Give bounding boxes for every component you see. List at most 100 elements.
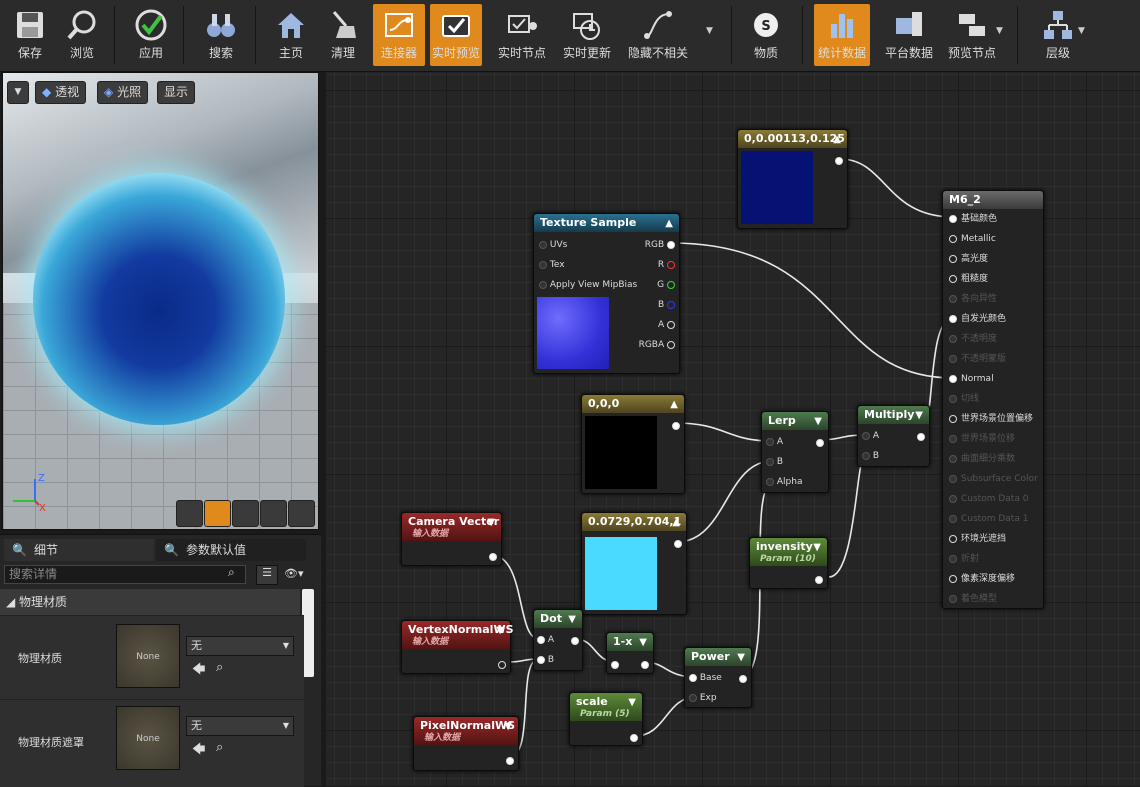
collapse-icon[interactable]: ▼	[496, 622, 504, 640]
power-node[interactable]: Power ▼ Base Exp	[684, 647, 752, 708]
result-input-pin[interactable]: 着色模型	[949, 593, 997, 605]
input-pin[interactable]	[611, 658, 619, 671]
material-mask-combo[interactable]: 无 ▼	[186, 716, 294, 736]
input-pin-alpha[interactable]: Alpha	[766, 476, 802, 488]
result-input-pin[interactable]: 曲面细分乘数	[949, 453, 1015, 465]
input-pin-a[interactable]: A	[766, 436, 783, 448]
live-nodes-button[interactable]: 实时节点	[496, 4, 548, 66]
collapse-icon[interactable]: ▼	[568, 611, 576, 629]
output-pin[interactable]	[674, 537, 682, 550]
dot-node[interactable]: Dot ▼ A B	[533, 609, 583, 671]
constant3-node-top[interactable]: 0,0.00113,0.125 ▲	[737, 129, 848, 229]
cube-preview-button[interactable]	[260, 500, 287, 527]
input-pin-b[interactable]: B	[862, 450, 879, 462]
one-minus-node[interactable]: 1-x ▼	[606, 632, 654, 674]
sphere-preview-button[interactable]	[204, 500, 231, 527]
platform-stats-button[interactable]: 平台数据	[881, 4, 937, 66]
collapse-icon[interactable]: ▼	[639, 634, 647, 652]
custom-mesh-preview-button[interactable]	[288, 500, 315, 527]
search-asset-icon[interactable]: ⌕	[216, 740, 223, 755]
result-input-pin[interactable]: Custom Data 1	[949, 513, 1028, 525]
output-pin[interactable]	[641, 658, 649, 671]
browse-button[interactable]: 浏览	[56, 4, 108, 66]
show-button[interactable]: 显示	[157, 81, 196, 104]
home-button[interactable]: 主页	[265, 4, 317, 66]
result-input-pin[interactable]: 自发光颜色	[949, 313, 1006, 325]
save-button[interactable]: 保存	[4, 4, 56, 66]
preview-nodes-button[interactable]: 预览节点	[944, 4, 1000, 66]
output-pin-r[interactable]: R	[658, 259, 675, 271]
output-pin[interactable]	[571, 634, 579, 647]
constant3-node-black[interactable]: 0,0,0 ▲	[581, 394, 685, 494]
stats-button[interactable]: 统计数据	[814, 4, 870, 66]
result-input-pin[interactable]: 基础颜色	[949, 213, 997, 225]
constant3-node-cyan[interactable]: 0.0729,0.704,1 ▲	[581, 512, 687, 615]
result-input-pin[interactable]: 像素深度偏移	[949, 573, 1015, 585]
input-pin-tex[interactable]: Tex	[539, 259, 565, 271]
plane-preview-button[interactable]	[232, 500, 259, 527]
output-pin[interactable]	[739, 672, 747, 685]
input-pin-uvs[interactable]: UVs	[539, 239, 567, 251]
input-pin-base[interactable]: Base	[689, 672, 722, 684]
preview-nodes-dropdown-icon[interactable]: ▼	[996, 26, 1003, 36]
result-input-pin[interactable]: Custom Data 0	[949, 493, 1028, 505]
live-preview-button[interactable]: 实时预览	[430, 4, 482, 66]
texture-sample-node[interactable]: Texture Sample ▲ UVs Tex Apply View MipBi…	[533, 213, 680, 374]
collapse-icon[interactable]: ▼	[737, 649, 745, 667]
collapse-icon[interactable]: ▼	[487, 514, 495, 532]
output-pin[interactable]	[835, 154, 843, 167]
perspective-button[interactable]: ◆ 透视	[35, 81, 87, 104]
result-input-pin[interactable]: Normal	[949, 373, 994, 385]
output-pin[interactable]	[630, 731, 638, 744]
multiply-node[interactable]: Multiply ▼ A B	[857, 405, 930, 467]
apply-button[interactable]: 应用	[125, 4, 177, 66]
connectors-button[interactable]: 连接器	[373, 4, 425, 66]
output-pin[interactable]	[816, 436, 824, 449]
material-thumbnail[interactable]: None	[116, 706, 180, 770]
collapse-icon[interactable]: ▼	[814, 413, 822, 431]
vertex-normal-node[interactable]: VertexNormalWS ▼ 输入数据	[401, 620, 514, 674]
result-input-pin[interactable]: 粗糙度	[949, 273, 988, 285]
input-pin-a[interactable]: A	[537, 634, 554, 646]
output-pin-b[interactable]: B	[658, 299, 675, 311]
search-button[interactable]: 搜索	[195, 4, 247, 66]
arrow-left-icon[interactable]: 🡄	[192, 740, 205, 762]
result-input-pin[interactable]: 不透明度	[949, 333, 997, 345]
output-pin[interactable]	[815, 573, 823, 586]
result-input-pin[interactable]: Metallic	[949, 233, 996, 245]
preview-viewport[interactable]: ▼ ◆ 透视 ◈ 光照 显示 Z X	[2, 72, 319, 530]
collapse-icon[interactable]: ▲	[672, 514, 680, 532]
details-search-input[interactable]: 搜索详情	[4, 565, 246, 584]
lerp-node[interactable]: Lerp ▼ A B Alpha	[761, 411, 829, 493]
hide-unrelated-button[interactable]: 隐藏不相关	[628, 4, 688, 66]
collapse-icon[interactable]: ▼	[915, 407, 923, 425]
result-input-pin[interactable]: 世界场景位移	[949, 433, 1015, 445]
hierarchy-dropdown-icon[interactable]: ▼	[1078, 26, 1085, 36]
result-input-pin[interactable]: Subsurface Color	[949, 473, 1038, 485]
input-pin-b[interactable]: B	[537, 654, 554, 666]
material-combo[interactable]: 无 ▼	[186, 636, 294, 656]
section-physical-material[interactable]: ◢ 物理材质	[0, 589, 300, 615]
lit-button[interactable]: ◈ 光照	[97, 81, 149, 104]
camera-vector-node[interactable]: Camera Vector ▼ 输入数据	[401, 512, 502, 566]
output-pin-a[interactable]: A	[658, 319, 675, 331]
collapse-icon[interactable]: ▼	[504, 718, 512, 736]
output-pin[interactable]	[489, 550, 497, 563]
result-input-pin[interactable]: 各向异性	[949, 293, 997, 305]
collapse-icon[interactable]: ▲	[665, 215, 673, 233]
output-pin-rgba[interactable]: RGBA	[639, 339, 675, 351]
result-input-pin[interactable]: 世界场景位置偏移	[949, 413, 1033, 425]
result-input-pin[interactable]: 不透明蒙版	[949, 353, 1006, 365]
result-input-pin[interactable]: 折射	[949, 553, 979, 565]
collapse-icon[interactable]: ▲	[670, 396, 678, 414]
result-input-pin[interactable]: 环境光遮挡	[949, 533, 1006, 545]
viewport-options-dropdown[interactable]: ▼	[7, 81, 29, 104]
search-asset-icon[interactable]: ⌕	[216, 660, 223, 675]
arrow-left-icon[interactable]: 🡄	[192, 660, 205, 682]
output-pin-g[interactable]: G	[657, 279, 675, 291]
substance-button[interactable]: S 物质	[740, 4, 792, 66]
input-pin-exp[interactable]: Exp	[689, 692, 717, 704]
output-pin[interactable]	[917, 430, 925, 443]
pixel-normal-node[interactable]: PixelNormalWS ▼ 输入数据	[413, 716, 519, 771]
input-pin-b[interactable]: B	[766, 456, 783, 468]
